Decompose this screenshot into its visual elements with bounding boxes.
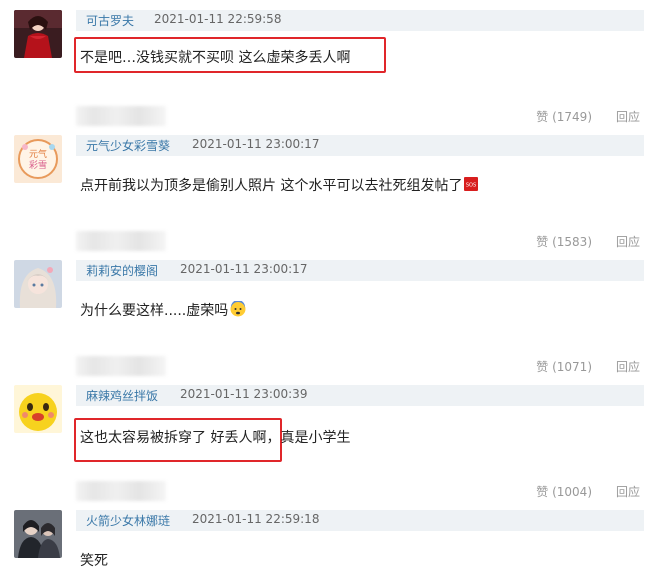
yellow-chick-avatar-icon <box>14 385 62 433</box>
comment-text: 不是吧…没钱买就不买呗 这么虚荣多丢人啊 <box>80 50 351 66</box>
reply-button[interactable]: 回应 <box>616 108 640 125</box>
comment-text-content: 为什么要这样.....虚荣吗 <box>80 303 229 319</box>
username-link[interactable]: 元气少女彩雪葵 <box>86 137 170 154</box>
blurred-reply <box>76 481 166 501</box>
avatar[interactable]: 元气 彩雪 <box>14 135 62 183</box>
svg-text:彩雪: 彩雪 <box>29 160 47 171</box>
comment-header: 麻辣鸡丝拌饭 2021-01-11 23:00:39 <box>76 385 644 406</box>
girl-red-dress-avatar-icon <box>14 10 62 58</box>
svg-text:SOS: SOS <box>466 183 476 189</box>
comment-header: 元气少女彩雪葵 2021-01-11 23:00:17 <box>76 135 644 156</box>
comment-actions: 赞 (1583) 回应 <box>76 231 644 252</box>
comment-text-content: 点开前我以为顶多是偷别人照片 这个水平可以去社死组发帖了 <box>80 178 463 194</box>
comment-item: 元气 彩雪 元气少女彩雪葵 2021-01-11 23:00:17 点开前我以为… <box>0 135 654 260</box>
reply-button[interactable]: 回应 <box>616 358 640 375</box>
avatar[interactable] <box>14 510 62 558</box>
avatar[interactable] <box>14 260 62 308</box>
blurred-reply <box>76 106 166 126</box>
comment-item: 可古罗夫 2021-01-11 22:59:58 不是吧…没钱买就不买呗 这么虚… <box>0 10 654 135</box>
avatar[interactable] <box>14 385 62 433</box>
comment-item: 麻辣鸡丝拌饭 2021-01-11 23:00:39 这也太容易被拆穿了 好丢人… <box>0 385 654 510</box>
sos-emoji-icon: SOS <box>464 177 479 195</box>
like-button[interactable]: 赞 (1071) <box>536 358 592 375</box>
blurred-reply <box>76 356 166 376</box>
comment-actions: 赞 (1004) 回应 <box>76 481 644 502</box>
comment-timestamp: 2021-01-11 22:59:58 <box>154 12 282 26</box>
username-link[interactable]: 可古罗夫 <box>86 12 134 29</box>
comment-text: 笑死 <box>80 553 108 569</box>
cartoon-badge-avatar-icon: 元气 彩雪 <box>14 135 62 183</box>
username-link[interactable]: 麻辣鸡丝拌饭 <box>86 387 158 404</box>
anime-girl-avatar-icon <box>14 260 62 308</box>
comment-item: 火箭少女林娜琏 2021-01-11 22:59:18 笑死 <box>0 510 654 588</box>
comment-text: 为什么要这样.....虚荣吗 <box>80 300 246 321</box>
photo-people-avatar-icon <box>14 510 62 558</box>
comment-item: 莉莉安的樱阁 2021-01-11 23:00:17 为什么要这样.....虚荣… <box>0 260 654 385</box>
comment-timestamp: 2021-01-11 22:59:18 <box>192 512 320 526</box>
comment-timestamp: 2021-01-11 23:00:39 <box>180 387 308 401</box>
like-button[interactable]: 赞 (1004) <box>536 483 592 500</box>
svg-text:元气: 元气 <box>29 148 47 160</box>
username-link[interactable]: 莉莉安的樱阁 <box>86 262 158 279</box>
comment-text: 这也太容易被拆穿了 好丢人啊，真是小学生 <box>80 430 351 446</box>
comment-text: 点开前我以为顶多是偷别人照片 这个水平可以去社死组发帖了 SOS <box>80 175 479 195</box>
comment-timestamp: 2021-01-11 23:00:17 <box>180 262 308 276</box>
like-button[interactable]: 赞 (1583) <box>536 233 592 250</box>
comment-actions: 赞 (1749) 回应 <box>76 106 644 127</box>
anxious-face-emoji-icon <box>230 300 246 321</box>
reply-button[interactable]: 回应 <box>616 233 640 250</box>
blurred-reply <box>76 231 166 251</box>
comment-header: 可古罗夫 2021-01-11 22:59:58 <box>76 10 644 31</box>
comment-timestamp: 2021-01-11 23:00:17 <box>192 137 320 151</box>
avatar[interactable] <box>14 10 62 58</box>
like-button[interactable]: 赞 (1749) <box>536 108 592 125</box>
comment-actions: 赞 (1071) 回应 <box>76 356 644 377</box>
reply-button[interactable]: 回应 <box>616 483 640 500</box>
comment-header: 莉莉安的樱阁 2021-01-11 23:00:17 <box>76 260 644 281</box>
username-link[interactable]: 火箭少女林娜琏 <box>86 512 170 529</box>
comment-header: 火箭少女林娜琏 2021-01-11 22:59:18 <box>76 510 644 531</box>
